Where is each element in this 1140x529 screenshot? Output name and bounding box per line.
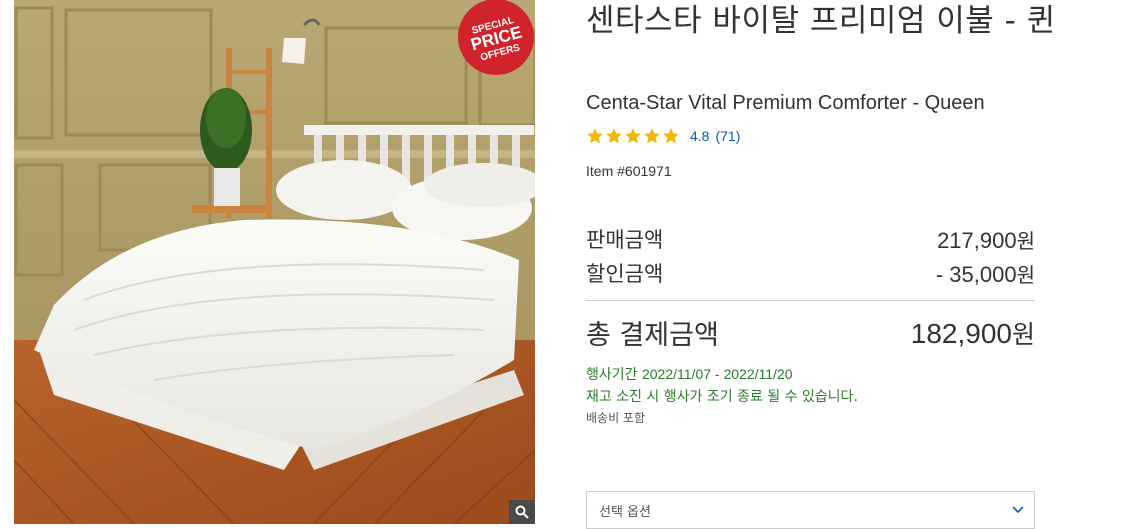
review-count[interactable]: (71): [715, 128, 740, 144]
total-price-row: 총 결제금액 182,900원: [586, 313, 1035, 352]
promotion-notice: 재고 소진 시 행사가 조기 종료 될 수 있습니다.: [586, 389, 858, 405]
chevron-down-icon: [1012, 506, 1024, 514]
product-title-english: Centa-Star Vital Premium Comforter - Que…: [586, 92, 985, 114]
zoom-button[interactable]: [509, 500, 535, 524]
option-select[interactable]: 선택 옵션: [586, 491, 1035, 529]
sale-price-row: 판매금액 217,900원: [586, 224, 1035, 254]
product-image[interactable]: SPECIAL PRICE OFFERS: [14, 0, 535, 524]
star-icon: [587, 128, 603, 144]
sale-price-value: 217,900: [937, 227, 1017, 253]
bedroom-photo: SPECIAL PRICE OFFERS: [14, 0, 535, 524]
total-price-label: 총 결제금액: [586, 320, 719, 351]
discount-row: 할인금액 - 35,000원: [586, 258, 1035, 288]
currency-unit: 원: [1016, 262, 1035, 287]
shipping-info: 배송비 포함: [586, 411, 646, 425]
discount-value: - 35,000: [935, 261, 1017, 287]
product-rating[interactable]: 4.8 (71): [586, 127, 740, 145]
star-icon: [625, 128, 641, 144]
item-number: Item #601971: [586, 163, 672, 179]
product-title-korean: 센타스타 바이탈 프리미엄 이불 - 퀸: [586, 3, 1056, 39]
special-price-badge: SPECIAL PRICE OFFERS: [458, 0, 534, 75]
promotion-period-dates: 2022/11/07 - 2022/11/20: [641, 366, 793, 382]
promotion-period-label: 행사기간: [586, 367, 638, 383]
star-icon: [663, 128, 679, 144]
rating-value[interactable]: 4.8: [690, 128, 709, 144]
total-price-value: 182,900: [910, 317, 1012, 349]
magnifier-icon: [515, 505, 529, 519]
currency-unit: 원: [1016, 228, 1035, 253]
currency-unit: 원: [1011, 319, 1035, 349]
star-icon: [606, 128, 622, 144]
price-divider: [586, 300, 1035, 301]
option-select-placeholder: 선택 옵션: [599, 504, 651, 520]
star-rating: [586, 127, 681, 145]
promotion-period: 행사기간 2022/11/07 - 2022/11/20: [586, 364, 792, 384]
sale-price-label: 판매금액: [586, 228, 664, 252]
star-icon: [644, 128, 660, 144]
discount-label: 할인금액: [586, 262, 664, 286]
